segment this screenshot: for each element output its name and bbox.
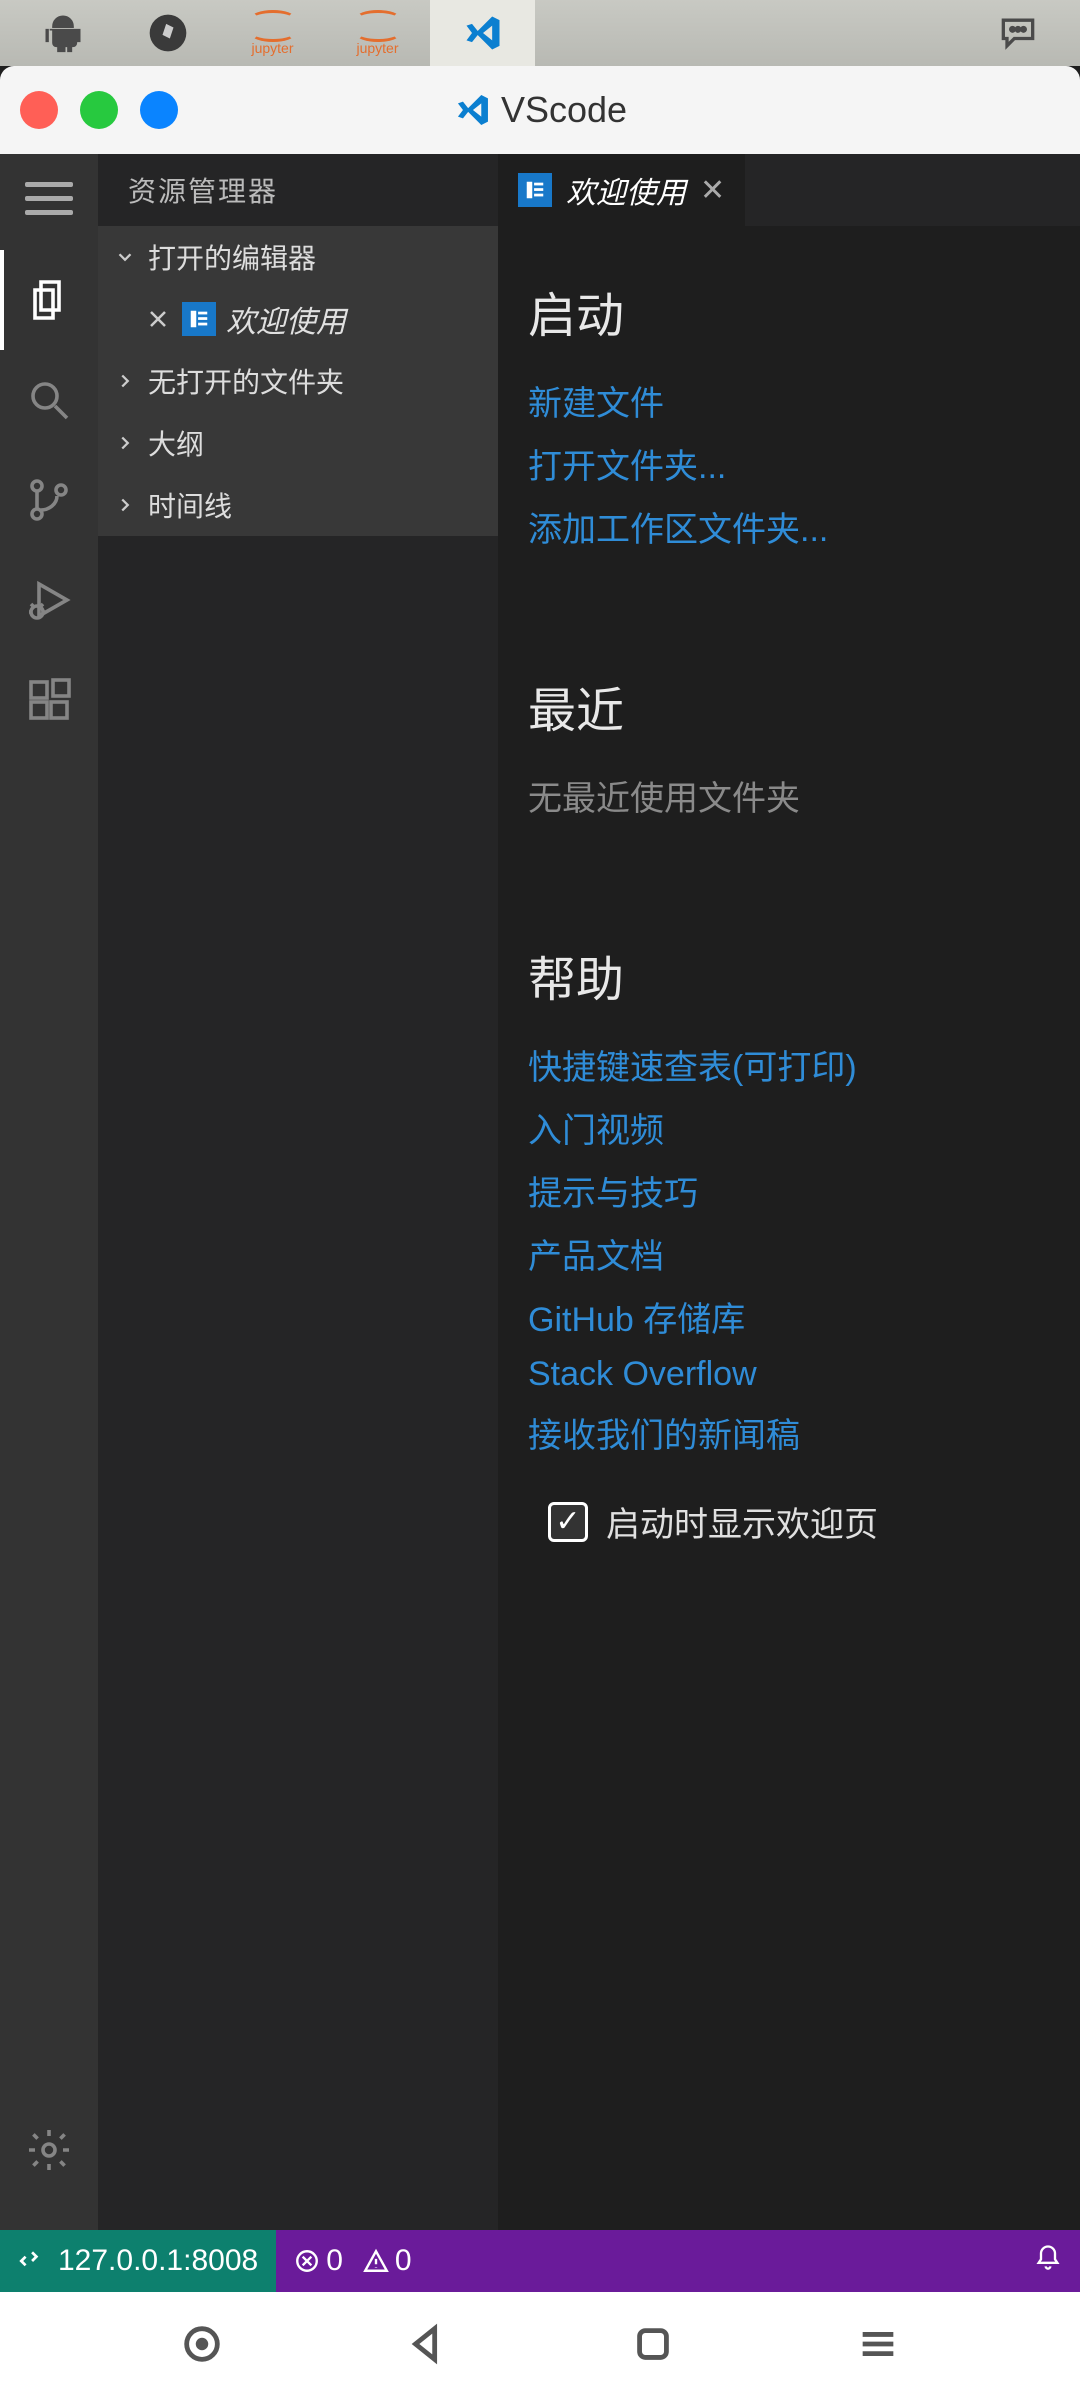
android-taskbar: jupyter jupyter	[0, 0, 1080, 66]
tree-label: 时间线	[148, 485, 232, 525]
window-close-button[interactable]	[20, 91, 58, 129]
task-compass-icon[interactable]	[115, 0, 220, 66]
android-nav-bar	[0, 2292, 1080, 2400]
link-keyboard-cheatsheet[interactable]: 快捷键速查表(可打印)	[528, 1040, 1050, 1089]
activity-extensions[interactable]	[0, 650, 98, 750]
tab-welcome[interactable]: 欢迎使用 ✕	[498, 154, 745, 226]
status-remote[interactable]: 127.0.0.1:8008	[0, 2230, 276, 2292]
chevron-right-icon	[112, 492, 138, 518]
tree-no-folder[interactable]: 无打开的文件夹	[98, 350, 498, 412]
tree-label: 大纲	[148, 423, 204, 463]
activity-search[interactable]	[0, 350, 98, 450]
open-editor-item[interactable]: 欢迎使用	[98, 288, 498, 350]
status-bar: 127.0.0.1:8008 0 0	[0, 2230, 1080, 2292]
welcome-file-icon	[518, 173, 552, 207]
window-maximize-button[interactable]	[140, 91, 178, 129]
link-stack-overflow[interactable]: Stack Overflow	[528, 1355, 1050, 1394]
link-product-docs[interactable]: 产品文档	[528, 1229, 1050, 1278]
tree-open-editors[interactable]: 打开的编辑器	[98, 226, 498, 288]
show-on-startup-row[interactable]: ✓ 启动时显示欢迎页	[528, 1497, 1050, 1546]
nav-back-icon[interactable]	[404, 2321, 450, 2372]
chevron-right-icon	[112, 430, 138, 456]
link-add-workspace[interactable]: 添加工作区文件夹...	[528, 502, 1050, 551]
nav-menu-icon[interactable]	[855, 2321, 901, 2372]
nav-home-icon[interactable]	[630, 2321, 676, 2372]
activity-bar	[0, 154, 98, 2230]
link-open-folder[interactable]: 打开文件夹...	[528, 439, 1050, 488]
window-titlebar: VScode	[0, 66, 1080, 154]
task-chat-icon[interactable]	[965, 0, 1070, 66]
task-jupyter-icon-2[interactable]: jupyter	[325, 0, 430, 66]
menu-button[interactable]	[25, 174, 73, 222]
explorer-panel: 资源管理器 打开的编辑器 欢迎使用 无打开的文件夹 大纲 时间线	[98, 154, 498, 2230]
task-android-icon[interactable]	[10, 0, 115, 66]
task-vscode-icon[interactable]	[430, 0, 535, 66]
section-title: 最近	[528, 671, 1050, 741]
tree-outline[interactable]: 大纲	[98, 412, 498, 474]
section-recent: 最近 无最近使用文件夹	[528, 671, 1050, 820]
task-jupyter-icon-1[interactable]: jupyter	[220, 0, 325, 66]
chevron-down-icon	[112, 244, 138, 270]
checkbox-checked-icon[interactable]: ✓	[548, 1502, 588, 1542]
tab-close-icon[interactable]: ✕	[700, 173, 725, 208]
status-notifications[interactable]	[1034, 2243, 1062, 2279]
welcome-content: 启动 新建文件 打开文件夹... 添加工作区文件夹... 最近 无最近使用文件夹…	[498, 226, 1080, 2230]
window-title: VScode	[453, 89, 627, 131]
status-remote-label: 127.0.0.1:8008	[58, 2244, 258, 2278]
recent-empty: 无最近使用文件夹	[528, 771, 1050, 820]
chevron-right-icon	[112, 368, 138, 394]
link-github-repo[interactable]: GitHub 存储库	[528, 1292, 1050, 1341]
open-editor-label: 欢迎使用	[226, 297, 346, 341]
welcome-file-icon	[182, 302, 216, 336]
tree-timeline[interactable]: 时间线	[98, 474, 498, 536]
close-icon[interactable]	[146, 306, 172, 332]
nav-recents-icon[interactable]	[179, 2321, 225, 2372]
activity-source-control[interactable]	[0, 450, 98, 550]
status-errors[interactable]: 0	[294, 2244, 343, 2278]
section-start: 启动 新建文件 打开文件夹... 添加工作区文件夹...	[528, 276, 1050, 551]
link-tips-tricks[interactable]: 提示与技巧	[528, 1166, 1050, 1215]
tab-label: 欢迎使用	[566, 168, 686, 212]
show-on-startup-label: 启动时显示欢迎页	[606, 1497, 878, 1546]
section-title: 启动	[528, 276, 1050, 346]
window-minimize-button[interactable]	[80, 91, 118, 129]
editor-area: 欢迎使用 ✕ 启动 新建文件 打开文件夹... 添加工作区文件夹... 最近 无…	[498, 154, 1080, 2230]
activity-settings[interactable]	[0, 2100, 98, 2200]
section-help: 帮助 快捷键速查表(可打印) 入门视频 提示与技巧 产品文档 GitHub 存储…	[528, 940, 1050, 1457]
tree-label: 打开的编辑器	[148, 237, 316, 277]
link-intro-videos[interactable]: 入门视频	[528, 1103, 1050, 1152]
link-new-file[interactable]: 新建文件	[528, 376, 1050, 425]
status-warnings[interactable]: 0	[363, 2244, 412, 2278]
section-title: 帮助	[528, 940, 1050, 1010]
tree-label: 无打开的文件夹	[148, 361, 344, 401]
explorer-title: 资源管理器	[98, 154, 498, 226]
tab-bar: 欢迎使用 ✕	[498, 154, 1080, 226]
activity-explorer[interactable]	[0, 250, 98, 350]
activity-run-debug[interactable]	[0, 550, 98, 650]
link-newsletter[interactable]: 接收我们的新闻稿	[528, 1408, 1050, 1457]
